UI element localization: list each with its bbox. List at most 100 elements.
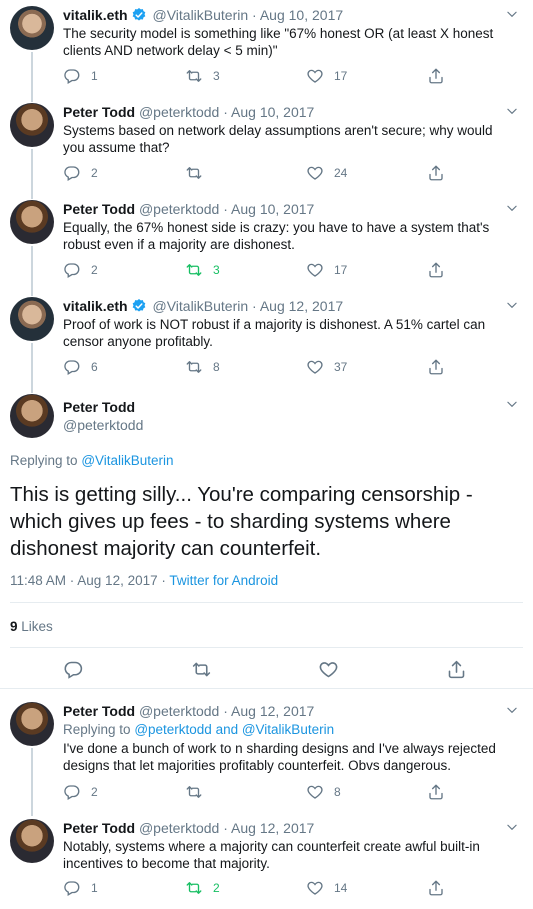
reply-button[interactable]: 1	[63, 66, 98, 86]
tweet-date[interactable]: Aug 10, 2017	[231, 104, 314, 120]
mention-link[interactable]: @VitalikButerin	[81, 453, 173, 468]
tweet[interactable]: Peter Todd @peterktodd · Aug 12, 2017 No…	[0, 813, 533, 909]
tweet-text: Systems based on network delay assumptio…	[63, 123, 493, 155]
author-name[interactable]: vitalik.eth	[63, 298, 128, 314]
tweet-header: vitalik.eth @VitalikButerin · Aug 12, 20…	[63, 298, 344, 314]
share-button[interactable]	[427, 357, 445, 377]
divider	[10, 647, 523, 648]
share-button[interactable]	[427, 260, 445, 280]
avatar[interactable]	[10, 297, 54, 341]
replying-to: Replying to @peterktodd and @VitalikBute…	[63, 722, 335, 737]
author-handle[interactable]: @peterktodd	[139, 703, 219, 719]
tweet-text: I've done a bunch of work to n sharding …	[63, 741, 496, 773]
author-handle[interactable]: @peterktodd	[139, 104, 219, 120]
reply-button[interactable]	[63, 659, 84, 679]
tweet-date[interactable]: Aug 10, 2017	[260, 7, 343, 23]
author-name[interactable]: Peter Todd	[63, 104, 135, 120]
chevron-down-icon[interactable]	[505, 298, 519, 312]
avatar[interactable]	[10, 103, 54, 147]
reply-button[interactable]: 6	[63, 357, 98, 377]
tweet-header: vitalik.eth @VitalikButerin · Aug 10, 20…	[63, 7, 344, 23]
like-button[interactable]: 37	[306, 357, 347, 377]
tweet-date[interactable]: Aug 10, 2017	[231, 201, 314, 217]
avatar[interactable]	[10, 702, 54, 746]
author-handle[interactable]: @peterktodd	[63, 416, 143, 434]
author-handle[interactable]: @VitalikButerin	[152, 298, 248, 314]
author-name[interactable]: Peter Todd	[63, 398, 143, 416]
chevron-down-icon[interactable]	[505, 820, 519, 834]
avatar[interactable]	[10, 6, 54, 50]
chevron-down-icon[interactable]	[505, 703, 519, 717]
retweet-button[interactable]	[191, 659, 212, 679]
share-icon	[427, 261, 445, 279]
author-handle[interactable]: @VitalikButerin	[152, 7, 248, 23]
tweet[interactable]: vitalik.eth @VitalikButerin · Aug 12, 20…	[0, 291, 533, 388]
retweet-button[interactable]: 3	[185, 260, 220, 280]
like-button[interactable]: 17	[306, 66, 347, 86]
share-button[interactable]	[427, 782, 445, 802]
share-icon	[427, 879, 445, 897]
retweet-button[interactable]	[185, 163, 213, 183]
share-button[interactable]	[427, 66, 445, 86]
chevron-down-icon[interactable]	[505, 104, 519, 118]
retweet-button[interactable]: 8	[185, 357, 220, 377]
share-icon	[427, 164, 445, 182]
chevron-down-icon[interactable]	[505, 397, 519, 411]
chevron-down-icon[interactable]	[505, 7, 519, 21]
tweet-text: This is getting silly... You're comparin…	[10, 483, 473, 560]
share-icon	[427, 783, 445, 801]
author-name[interactable]: Peter Todd	[63, 703, 135, 719]
tweet-actions: 2 24	[63, 163, 463, 183]
author-handle[interactable]: @peterktodd	[139, 201, 219, 217]
like-button[interactable]: 24	[306, 163, 347, 183]
heart-icon	[306, 67, 324, 85]
like-button[interactable]: 8	[306, 782, 341, 802]
like-button[interactable]: 17	[306, 260, 347, 280]
reply-button[interactable]: 2	[63, 163, 98, 183]
heart-icon	[306, 879, 324, 897]
share-button[interactable]	[446, 659, 467, 679]
retweet-button[interactable]	[185, 782, 213, 802]
retweet-button[interactable]: 3	[185, 66, 220, 86]
share-button[interactable]	[427, 878, 445, 898]
verified-icon	[131, 7, 147, 23]
tweet[interactable]: Peter Todd @peterktodd · Aug 10, 2017 Eq…	[0, 194, 533, 291]
tweet-header: Peter Todd @peterktodd · Aug 10, 2017	[63, 104, 315, 120]
author-name[interactable]: vitalik.eth	[63, 7, 128, 23]
share-button[interactable]	[427, 163, 445, 183]
tweet-timestamp[interactable]: 11:48 AM · Aug 12, 2017 ·	[10, 573, 166, 588]
tweet-source[interactable]: Twitter for Android	[169, 573, 278, 588]
retweet-icon	[185, 261, 203, 279]
author-name[interactable]: Peter Todd	[63, 201, 135, 217]
avatar[interactable]	[10, 200, 54, 244]
avatar[interactable]	[10, 819, 54, 863]
author-name[interactable]: Peter Todd	[63, 820, 135, 836]
reply-button[interactable]: 1	[63, 878, 98, 898]
retweet-icon	[191, 659, 212, 680]
avatar[interactable]	[10, 394, 54, 438]
mention-link[interactable]: @peterktodd and @VitalikButerin	[134, 722, 334, 737]
tweet[interactable]: Peter Todd @peterktodd · Aug 12, 2017 Re…	[0, 696, 533, 808]
like-button[interactable]	[318, 659, 339, 679]
retweet-button[interactable]: 2	[185, 878, 220, 898]
like-button[interactable]: 14	[306, 878, 347, 898]
tweet-date[interactable]: Aug 12, 2017	[231, 820, 314, 836]
heart-icon	[306, 164, 324, 182]
tweet[interactable]: vitalik.eth @VitalikButerin · Aug 10, 20…	[0, 0, 533, 97]
reply-button[interactable]: 2	[63, 782, 98, 802]
reply-button[interactable]: 2	[63, 260, 98, 280]
chevron-down-icon[interactable]	[505, 201, 519, 215]
tweet[interactable]: Peter Todd @peterktodd · Aug 10, 2017 Sy…	[0, 97, 533, 194]
reply-icon	[63, 164, 81, 182]
retweet-icon	[185, 358, 203, 376]
verified-icon	[131, 298, 147, 314]
tweet-header: Peter Todd @peterktodd · Aug 10, 2017	[63, 201, 315, 217]
likes-count: 9	[10, 619, 18, 634]
author-handle[interactable]: @peterktodd	[139, 820, 219, 836]
tweet-date[interactable]: Aug 12, 2017	[231, 703, 314, 719]
likes-stat[interactable]: 9 Likes	[10, 619, 53, 634]
replying-to: Replying to @VitalikButerin	[10, 453, 174, 468]
tweet-actions: 2 3 17	[63, 260, 463, 280]
tweet-text: Notably, systems where a majority can co…	[63, 839, 480, 871]
tweet-date[interactable]: Aug 12, 2017	[260, 298, 343, 314]
